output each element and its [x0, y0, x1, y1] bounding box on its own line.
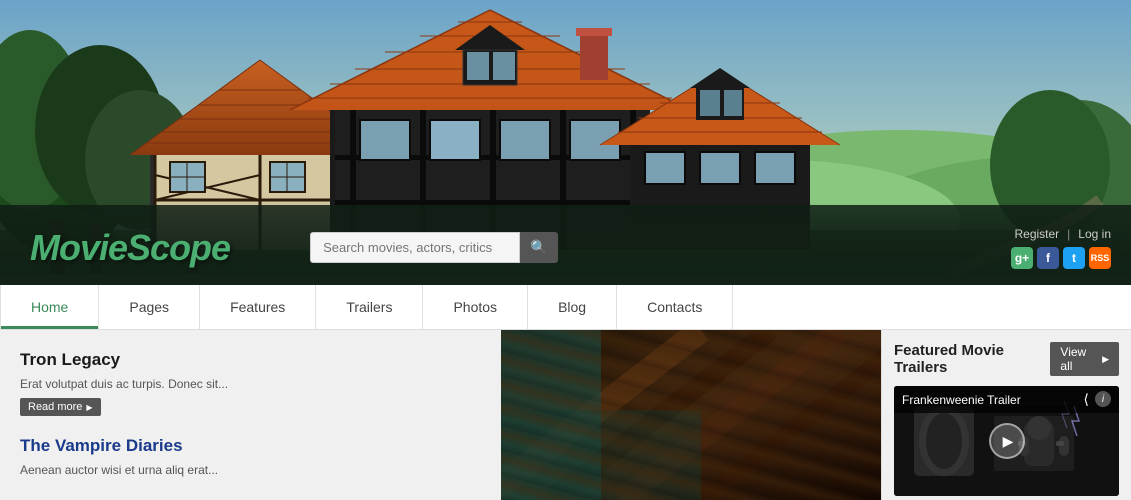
logo-text: MovieScope — [30, 227, 230, 268]
search-input[interactable] — [310, 232, 520, 263]
nav-item-home[interactable]: Home — [0, 285, 99, 329]
left-content: Tron Legacy Erat volutpat duis ac turpis… — [0, 330, 881, 500]
search-area: 🔍 — [310, 232, 557, 263]
header: MovieScope 🔍 Register | Log in g+ f t RS… — [0, 210, 1131, 285]
site-logo[interactable]: MovieScope — [30, 227, 230, 269]
movie-desc-2: Aenean auctor wisi et urna aliq erat... — [20, 461, 310, 479]
trailer-name: Frankenweenie Trailer — [902, 393, 1021, 407]
share-icon[interactable]: ⟨ — [1084, 391, 1089, 408]
view-all-button[interactable]: View all — [1050, 342, 1119, 376]
login-link[interactable]: Log in — [1078, 227, 1111, 241]
nav-item-blog[interactable]: Blog — [528, 285, 617, 329]
movie-desc-1: Erat volutpat duis ac turpis. Donec sit.… — [20, 375, 310, 393]
main-content: Tron Legacy Erat volutpat duis ac turpis… — [0, 330, 1131, 500]
nav-item-pages[interactable]: Pages — [99, 285, 200, 329]
nav-item-trailers[interactable]: Trailers — [316, 285, 423, 329]
trailer-header: Frankenweenie Trailer ⟨ i — [894, 386, 1119, 413]
right-sidebar: Featured Movie Trailers View all Franken… — [881, 330, 1131, 500]
read-more-button-1[interactable]: Read more — [20, 398, 101, 416]
nav-item-contacts[interactable]: Contacts — [617, 285, 733, 329]
trailer-action-icons: ⟨ i — [1084, 391, 1111, 408]
social-icons: g+ f t RSS — [1011, 247, 1111, 269]
feature-image — [501, 330, 881, 500]
header-right: Register | Log in g+ f t RSS — [1011, 227, 1111, 269]
search-button[interactable]: 🔍 — [520, 232, 557, 263]
facebook-icon[interactable]: f — [1037, 247, 1059, 269]
movie-title-2: The Vampire Diaries — [20, 436, 310, 456]
sidebar-title: Featured Movie Trailers — [894, 342, 1050, 376]
trailer-card: Frankenweenie Trailer ⟨ i — [894, 386, 1119, 496]
nav-item-photos[interactable]: Photos — [423, 285, 528, 329]
register-link[interactable]: Register — [1014, 227, 1059, 241]
nav-item-features[interactable]: Features — [200, 285, 316, 329]
header-links: Register | Log in — [1014, 227, 1111, 241]
movie-title-1: Tron Legacy — [20, 350, 310, 370]
info-icon[interactable]: i — [1095, 391, 1111, 407]
header-divider: | — [1067, 227, 1070, 241]
sidebar-header: Featured Movie Trailers View all — [894, 342, 1119, 376]
logo-accent: Scope — [127, 227, 230, 268]
twitter-icon[interactable]: t — [1063, 247, 1085, 269]
text-overlay: Tron Legacy Erat volutpat duis ac turpis… — [0, 330, 330, 500]
play-button[interactable] — [989, 423, 1025, 459]
google-plus-icon[interactable]: g+ — [1011, 247, 1033, 269]
main-nav: Home Pages Features Trailers Photos Blog… — [0, 285, 1131, 330]
rss-icon[interactable]: RSS — [1089, 247, 1111, 269]
